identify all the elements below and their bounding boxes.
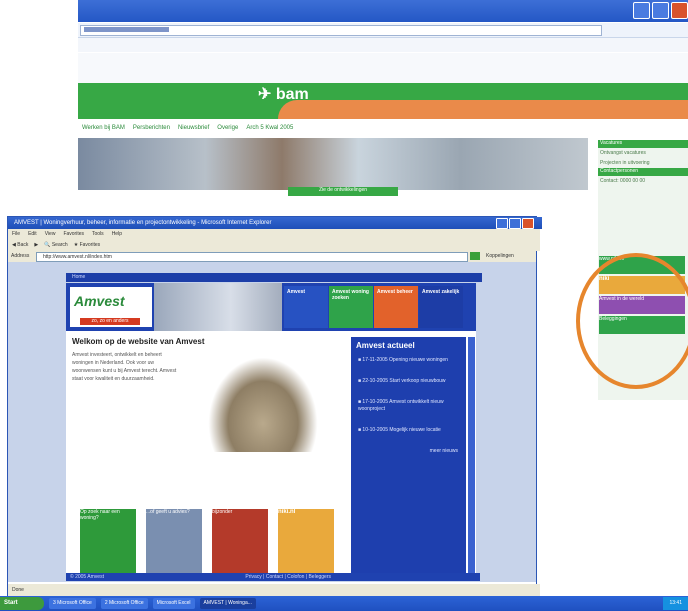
close-icon[interactable] — [522, 218, 534, 229]
news-list: ■ 17-11-2005 Opening nieuwe woningen ■ 2… — [358, 357, 458, 455]
promo-card[interactable]: ...of geeft u advies? — [146, 509, 202, 575]
bam-orange-band — [278, 100, 688, 119]
taskbar-item[interactable]: AMVEST | Woninga... — [199, 598, 256, 609]
bam-photo-banner — [78, 138, 588, 190]
background-browser-window: ✈ bam Werken bij BAM Persberichten Nieuw… — [78, 0, 688, 212]
nav-tile[interactable]: Amvest — [284, 286, 328, 328]
sidebar-text: Contact: 0000 00 00 — [600, 178, 646, 184]
address-value: http://www.amvest.nl/index.htm — [43, 254, 112, 260]
menu-item[interactable]: Tools — [92, 231, 104, 237]
breadcrumb[interactable]: Home — [66, 273, 482, 282]
news-item[interactable]: ■ 17-10-2005 Amvest ontwikkelt nieuw woo… — [358, 399, 458, 413]
taskbar-item[interactable]: 2 Microsoft Office — [100, 598, 148, 609]
menu-item[interactable]: File — [12, 231, 20, 237]
oyster-image — [208, 357, 318, 452]
maximize-icon[interactable] — [652, 2, 669, 19]
news-item[interactable]: ■ 17-11-2005 Opening nieuwe woningen — [358, 357, 458, 364]
amvest-logo[interactable]: Amvest — [74, 293, 125, 309]
close-icon[interactable] — [671, 2, 688, 19]
go-button[interactable] — [470, 252, 480, 260]
news-item[interactable]: ■ 10-10-2005 Mogelijk nieuwe locatie — [358, 427, 458, 434]
window-controls — [496, 218, 534, 229]
bam-logo[interactable]: ✈ bam — [258, 84, 309, 104]
address-field[interactable]: http://www.amvest.nl/index.htm — [36, 252, 468, 262]
favorites-button[interactable]: ★ Favorites — [74, 242, 100, 248]
news-more-link[interactable]: meer nieuws — [358, 448, 458, 455]
background-titlebar — [78, 0, 688, 22]
address-field[interactable] — [80, 25, 602, 36]
system-tray-clock[interactable]: 13:41 — [663, 597, 688, 610]
back-button[interactable]: ◀ Back — [12, 242, 28, 248]
toolbar: ◀ Back ▶ 🔍 Search ★ Favorites — [8, 239, 540, 251]
page-title: Welkom op de website van Amvest — [72, 337, 205, 346]
sidebar-text[interactable]: Projecten in uitvoering — [598, 158, 688, 168]
menu-item[interactable]: View — [45, 231, 56, 237]
background-toolbar-2 — [78, 53, 688, 83]
promo-card[interactable]: niki.nl — [278, 509, 334, 575]
start-button[interactable]: Start — [0, 597, 44, 610]
minimize-icon[interactable] — [496, 218, 508, 229]
news-item[interactable]: ■ 22-10-2005 Start verkoop nieuwbouw — [358, 378, 458, 385]
bam-nav-item[interactable]: Arch 5 Kwal 2005 — [246, 125, 293, 131]
background-address-bar[interactable] — [78, 23, 688, 38]
nav-tile[interactable]: Amvest beheer — [374, 286, 418, 328]
footer-links[interactable]: Privacy | Contact | Colofon | Beleggers — [245, 574, 331, 580]
highlight-circle — [576, 253, 688, 389]
sidebar-heading: Vacatures — [598, 140, 688, 148]
promo-card[interactable]: bijzonder — [212, 509, 268, 575]
taskbar-item[interactable]: Microsoft Excel — [152, 598, 195, 609]
bam-banner-label[interactable]: Zie de ontwikkelingen — [288, 187, 398, 196]
forward-icon[interactable]: ▶ — [34, 242, 38, 248]
amvest-logo-tagline: zo, zo en anders — [80, 318, 140, 325]
search-button[interactable]: 🔍 Search — [44, 242, 67, 248]
sidebar-text[interactable]: Ontvangst vacatures — [598, 148, 688, 158]
taskbar-item[interactable]: 3 Microsoft Office — [49, 598, 96, 609]
menu-item[interactable]: Help — [112, 231, 122, 237]
sidebar-heading: Contactpersonen — [598, 168, 688, 176]
footer-copyright: © 2005 Amvest — [70, 574, 104, 580]
bam-nav: Werken bij BAM Persberichten Nieuwsbrief… — [78, 121, 602, 135]
background-toolbar — [78, 38, 688, 52]
menu-item[interactable]: Edit — [28, 231, 37, 237]
address-label: Address — [11, 253, 30, 259]
taskbar: Start 3 Microsoft Office 2 Microsoft Off… — [0, 596, 688, 611]
nav-tile[interactable]: Amvest woning zoeken — [329, 286, 373, 328]
background-window-controls — [633, 2, 688, 19]
intro-text: Amvest investeert, ontwikkelt en beheert… — [72, 352, 177, 382]
bam-nav-item[interactable]: Nieuwsbrief — [178, 125, 209, 131]
window-title: AMVEST | Woningverhuur, beheer, informat… — [8, 217, 542, 229]
bam-nav-item[interactable]: Persberichten — [133, 125, 170, 131]
scrollbar[interactable] — [468, 337, 475, 577]
address-url — [84, 27, 169, 32]
status-bar: Done — [8, 584, 540, 596]
amvest-hero-image — [154, 283, 282, 331]
maximize-icon[interactable] — [509, 218, 521, 229]
amvest-browser-window: AMVEST | Woningverhuur, beheer, informat… — [7, 216, 542, 598]
page-footer: © 2005 Amvest Privacy | Contact | Colofo… — [66, 573, 480, 581]
bam-logo-text: bam — [275, 86, 309, 103]
menu-bar: File Edit View Favorites Tools Help — [8, 229, 540, 239]
bam-nav-item[interactable]: Werken bij BAM — [82, 125, 125, 131]
bam-nav-item[interactable]: Overige — [217, 125, 238, 131]
minimize-icon[interactable] — [633, 2, 650, 19]
news-title: Amvest actueel — [356, 341, 415, 350]
promo-card[interactable]: Op zoek naar een woning? — [80, 509, 136, 575]
menu-item[interactable]: Favorites — [63, 231, 84, 237]
links-label[interactable]: Koppelingen — [486, 253, 514, 259]
nav-tile[interactable]: Amvest zakelijk — [419, 286, 463, 328]
